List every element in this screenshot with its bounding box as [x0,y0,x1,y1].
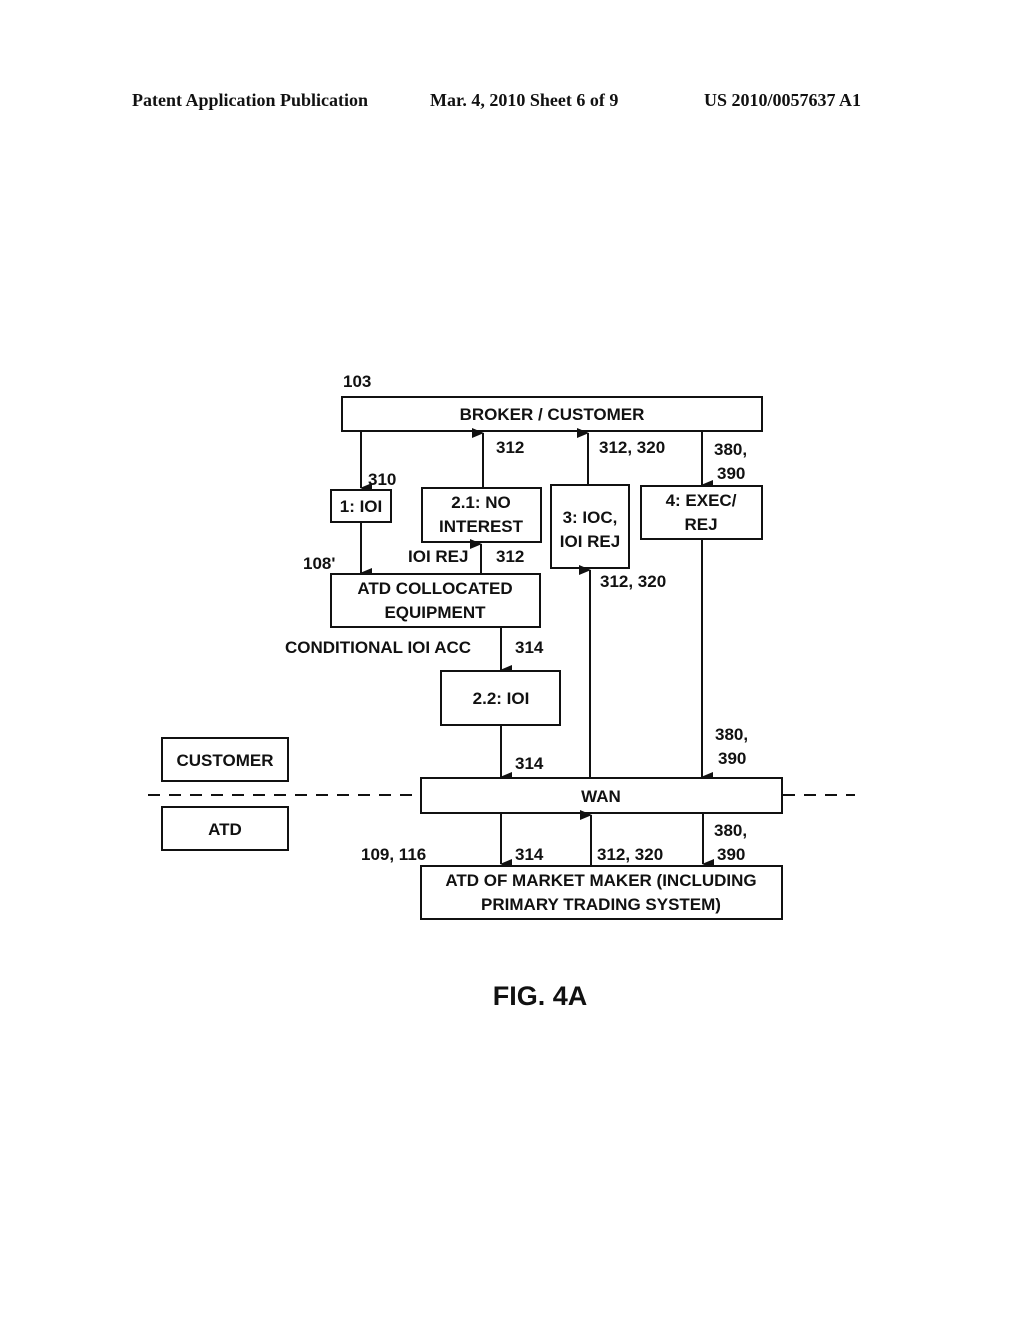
atd-legend-box: ATD [161,806,289,851]
ioi-1-box: 1: IOI [330,489,392,523]
ref-314-a: 314 [515,638,544,657]
ref-390-a: 390 [717,464,745,483]
ref-103: 103 [343,372,371,391]
svg-text:ATD COLLOCATED: ATD COLLOCATED [357,579,512,598]
svg-text:2.2: IOI: 2.2: IOI [473,689,530,708]
svg-text:WAN: WAN [581,787,621,806]
ref-109-116: 109, 116 [361,845,426,864]
ref-390-b: 390 [718,749,746,768]
ref-108: 108' [303,554,335,573]
svg-text:ATD OF MARKET MAKER (INCLUDING: ATD OF MARKET MAKER (INCLUDING [445,871,756,890]
wan-box: WAN [420,777,783,814]
ioi-rej-label: IOI REJ [408,547,468,566]
figure-label: FIG. 4A [493,981,588,1011]
ref-312-320-c: 312, 320 [597,845,663,864]
ref-312-a: 312 [496,438,524,457]
atd-market-maker-box: ATD OF MARKET MAKER (INCLUDING PRIMARY T… [420,865,783,920]
broker-customer-label: BROKER / CUSTOMER [460,405,645,424]
broker-customer-box: BROKER / CUSTOMER [341,396,763,432]
svg-text:4: EXEC/: 4: EXEC/ [666,491,737,510]
svg-text:2.1: NO: 2.1: NO [451,493,511,512]
ref-390-c: 390 [717,845,745,864]
ref-314-c: 314 [515,845,544,864]
ref-312-320-b: 312, 320 [600,572,666,591]
svg-text:3: IOC,: 3: IOC, [563,508,618,527]
ref-310: 310 [368,470,396,489]
ref-380-b: 380, [715,725,748,744]
figure-4a-diagram: 103 BROKER / CUSTOMER 310 312 312, 320 3… [148,372,855,1011]
no-interest-box: 2.1: NO INTEREST [421,487,542,543]
atd-collocated-equipment-box: ATD COLLOCATED EQUIPMENT [330,573,541,628]
svg-text:REJ: REJ [684,515,717,534]
ref-312-320-a: 312, 320 [599,438,665,457]
svg-text:1: IOI: 1: IOI [340,497,383,516]
svg-text:EQUIPMENT: EQUIPMENT [384,603,486,622]
svg-text:IOI REJ: IOI REJ [560,532,620,551]
exec-rej-box: 4: EXEC/ REJ [640,485,763,540]
svg-text:INTEREST: INTEREST [439,517,524,536]
ioc-ioi-rej-box: 3: IOC, IOI REJ [550,484,630,569]
ref-312-b: 312 [496,547,524,566]
customer-legend-box: CUSTOMER [161,737,289,782]
ioi-2-2-box: 2.2: IOI [440,670,561,726]
svg-text:CUSTOMER: CUSTOMER [177,751,274,770]
svg-text:PRIMARY TRADING SYSTEM): PRIMARY TRADING SYSTEM) [481,895,721,914]
conditional-ioi-acc-label: CONDITIONAL IOI ACC [285,638,471,657]
ref-314-b: 314 [515,754,544,773]
ref-380-c: 380, [714,821,747,840]
svg-text:ATD: ATD [208,820,242,839]
ref-380-a: 380, [714,440,747,459]
